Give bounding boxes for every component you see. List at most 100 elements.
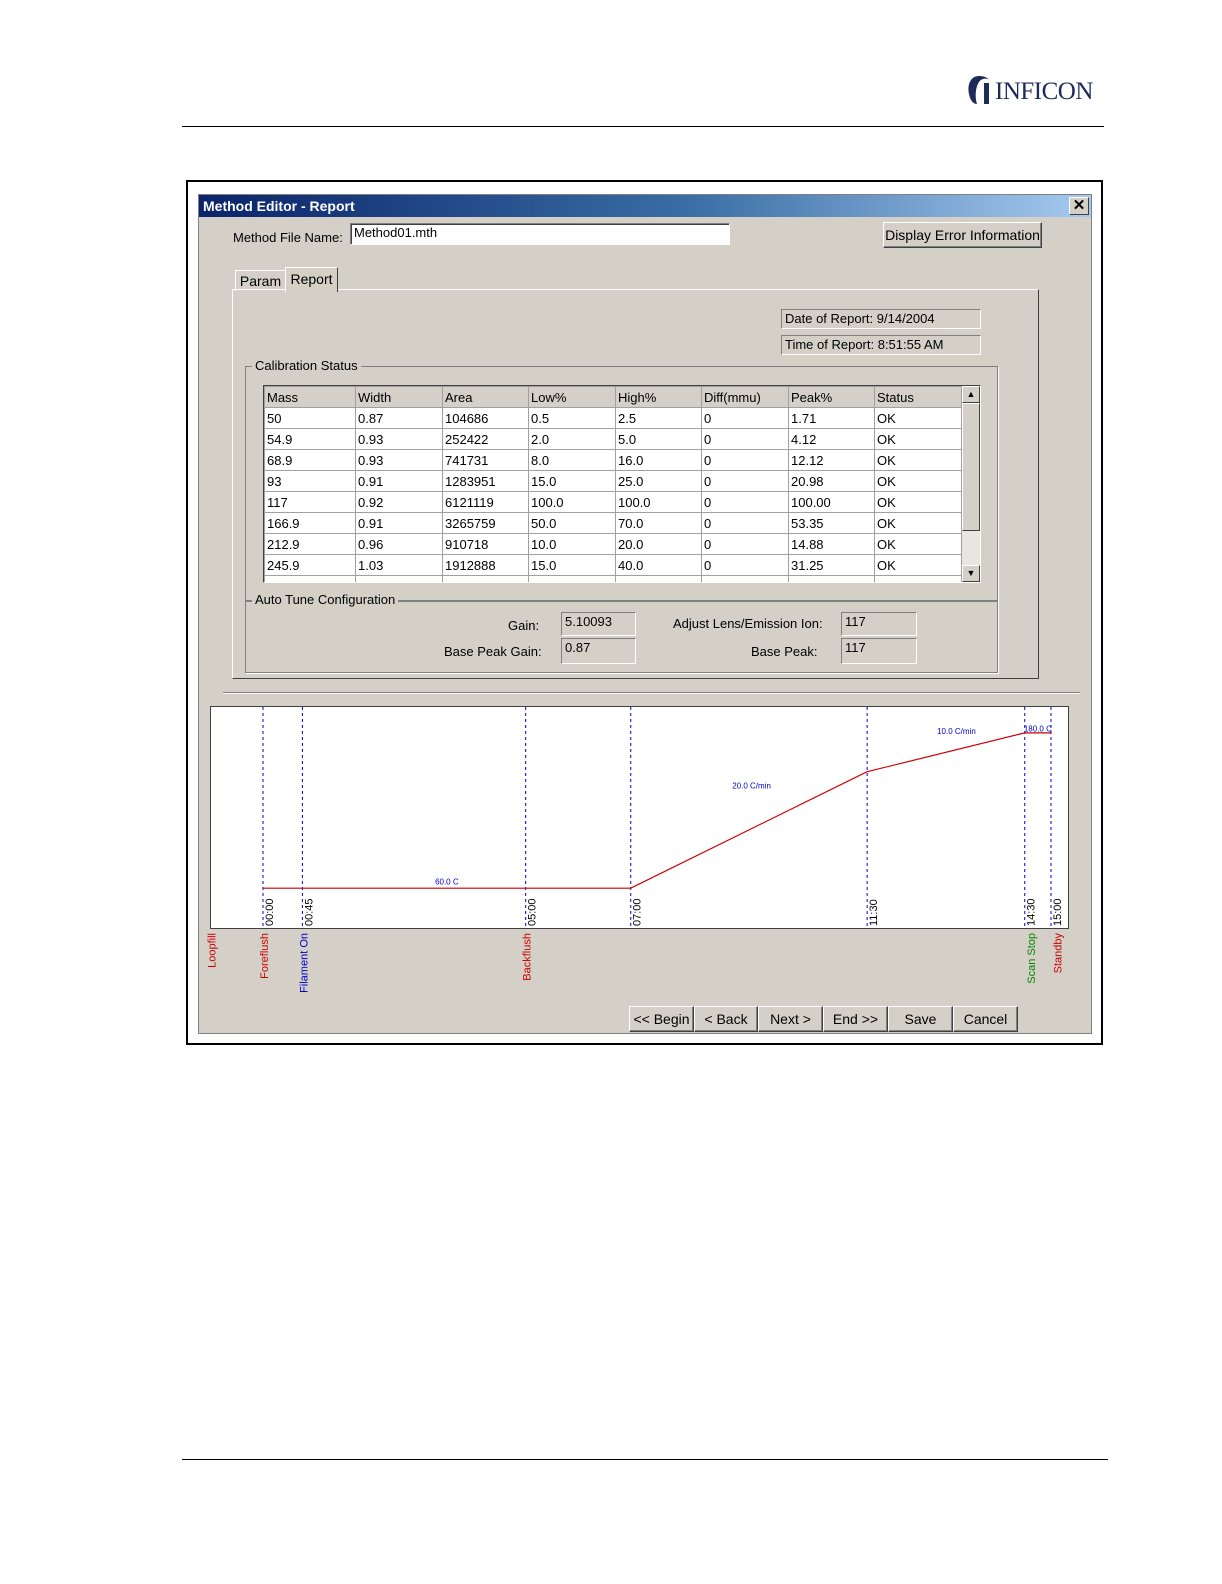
- table-cell: 0: [701, 554, 789, 576]
- table-cell: 100.0: [528, 491, 616, 513]
- end-button[interactable]: End >>: [823, 1006, 888, 1032]
- table-row[interactable]: 93 0.91 1283951 15.0 25.0 0 20.98 OK: [264, 470, 964, 492]
- close-button[interactable]: ✕: [1069, 197, 1089, 215]
- table-cell: 100.0: [615, 491, 702, 513]
- display-error-button[interactable]: Display Error Information: [883, 222, 1042, 248]
- ramp-label: 180.0 C: [1024, 725, 1052, 734]
- back-button[interactable]: < Back: [694, 1006, 758, 1032]
- column-header[interactable]: Mass: [264, 386, 356, 408]
- header-rule: [182, 126, 1104, 127]
- base-peak-field: 117: [841, 638, 917, 664]
- table-cell: 5.0: [615, 428, 702, 450]
- save-button[interactable]: Save: [888, 1006, 953, 1032]
- table-row[interactable]: 68.9 0.93 741731 8.0 16.0 0 12.12 OK: [264, 449, 964, 471]
- base-peak-gain-label: Base Peak Gain:: [444, 644, 542, 659]
- base-peak-label: Base Peak:: [751, 644, 818, 659]
- method-file-input[interactable]: Method01.mth: [350, 223, 730, 245]
- footer-rule: [182, 1459, 1108, 1460]
- table-row[interactable]: 245.9 1.03 1912888 15.0 40.0 0 31.25 OK: [264, 554, 964, 576]
- scroll-down-button[interactable]: ▼: [962, 565, 980, 582]
- table-cell: 53.35: [788, 512, 875, 534]
- table-cell: 0: [701, 575, 789, 582]
- tab-param[interactable]: Param: [235, 270, 286, 291]
- table-cell: 93: [264, 470, 356, 492]
- table-cell: 104686: [442, 407, 529, 429]
- column-header[interactable]: Status: [874, 386, 964, 408]
- table-cell: 15.0: [528, 470, 616, 492]
- table-cell: OK: [874, 470, 964, 492]
- ramp-label: 60.0 C: [435, 877, 459, 886]
- time-tick-label: 11:30: [868, 899, 880, 926]
- scroll-up-button[interactable]: ▲: [962, 386, 980, 403]
- table-cell: OK: [874, 491, 964, 513]
- time-tick-label: 14:30: [1026, 898, 1038, 926]
- ramp-label: 20.0 C/min: [732, 782, 771, 791]
- table-cell: 20.98: [788, 470, 875, 492]
- tab-report[interactable]: Report: [285, 267, 338, 292]
- table-cell: 68.9: [264, 449, 356, 471]
- date-of-report: Date of Report: 9/14/2004: [781, 309, 981, 329]
- table-row[interactable]: 212.9 0.96 910718 10.0 20.0 0 14.88 OK: [264, 533, 964, 555]
- table-row[interactable]: 166.9 0.91 3265759 50.0 70.0 0 53.35 OK: [264, 512, 964, 534]
- table-cell: 50: [264, 407, 356, 429]
- table-cell: 0.93: [355, 428, 443, 450]
- table-cell: OK: [874, 512, 964, 534]
- column-header[interactable]: Diff(mmu): [701, 386, 789, 408]
- table-cell: 40.0: [615, 554, 702, 576]
- calibration-table: Mass Width Area Low% High% Diff(mmu) Pea…: [264, 386, 964, 582]
- begin-button[interactable]: << Begin: [629, 1006, 694, 1032]
- gain-field: 5.10093: [561, 612, 636, 636]
- column-header[interactable]: Width: [355, 386, 443, 408]
- column-header[interactable]: High%: [615, 386, 702, 408]
- column-header[interactable]: Area: [442, 386, 529, 408]
- table-cell: 688410: [442, 575, 529, 582]
- table-cell: 252422: [442, 428, 529, 450]
- table-cell: 15.0: [615, 575, 702, 582]
- column-header[interactable]: Peak%: [788, 386, 875, 408]
- table-cell: 0.91: [355, 512, 443, 534]
- method-editor-window: Method Editor - Report ✕ Method File Nam…: [198, 194, 1092, 1034]
- table-cell: 6121119: [442, 491, 529, 513]
- chart-plot-area: 00:00 00:45 05:00 07:00 11:30 14:30 15:00 60.0 …: [262, 707, 1064, 928]
- table-cell: 12.12: [788, 449, 875, 471]
- arrow-down-icon: ▼: [966, 568, 976, 578]
- cancel-button[interactable]: Cancel: [953, 1006, 1018, 1032]
- calibration-grid[interactable]: Mass Width Area Low% High% Diff(mmu) Pea…: [263, 385, 981, 583]
- next-button[interactable]: Next >: [758, 1006, 823, 1032]
- table-cell: 1.03: [355, 554, 443, 576]
- calibration-status-title: Calibration Status: [252, 358, 361, 373]
- table-cell: 10.0: [528, 533, 616, 555]
- table-cell: OK: [874, 407, 964, 429]
- table-cell: 910718: [442, 533, 529, 555]
- table-row[interactable]: 117 0.92 6121119 100.0 100.0 0 100.00 OK: [264, 491, 964, 513]
- grid-vertical-scrollbar[interactable]: ▲ ▼: [961, 386, 980, 582]
- table-cell: OK: [874, 449, 964, 471]
- title-bar[interactable]: Method Editor - Report ✕: [199, 195, 1091, 217]
- temperature-program-chart: 00:00 00:45 05:00 07:00 11:30 14:30 15:00 60.0 …: [210, 706, 1069, 929]
- table-cell: 0: [701, 449, 789, 471]
- event-label: Standby: [1052, 933, 1064, 974]
- table-cell: 1912888: [442, 554, 529, 576]
- table-cell: 263: [264, 575, 356, 582]
- table-cell: 0: [701, 428, 789, 450]
- table-cell: 1.71: [788, 407, 875, 429]
- ramp-label: 10.0 C/min: [937, 727, 976, 736]
- separator: [223, 692, 1080, 693]
- table-cell: 0.5: [528, 407, 616, 429]
- table-row[interactable]: 2631.006884105.015.0011.25OK: [264, 575, 964, 582]
- scroll-thumb[interactable]: [962, 403, 980, 531]
- inficon-logo-mark-icon: [968, 76, 989, 104]
- event-label: Backflush: [522, 933, 534, 981]
- table-row[interactable]: 50 0.87 104686 0.5 2.5 0 1.71 OK: [264, 407, 964, 429]
- table-cell: 0.91: [355, 470, 443, 492]
- table-row[interactable]: 54.9 0.93 252422 2.0 5.0 0 4.12 OK: [264, 428, 964, 450]
- auto-tune-title: Auto Tune Configuration: [252, 592, 399, 607]
- table-cell: 11.25: [788, 575, 875, 582]
- table-cell: 8.0: [528, 449, 616, 471]
- column-header[interactable]: Low%: [528, 386, 616, 408]
- table-cell: 70.0: [615, 512, 702, 534]
- time-tick-label: 07:00: [632, 898, 644, 926]
- method-file-label: Method File Name:: [233, 230, 343, 245]
- table-cell: OK: [874, 575, 964, 582]
- window-title: Method Editor - Report: [203, 198, 355, 214]
